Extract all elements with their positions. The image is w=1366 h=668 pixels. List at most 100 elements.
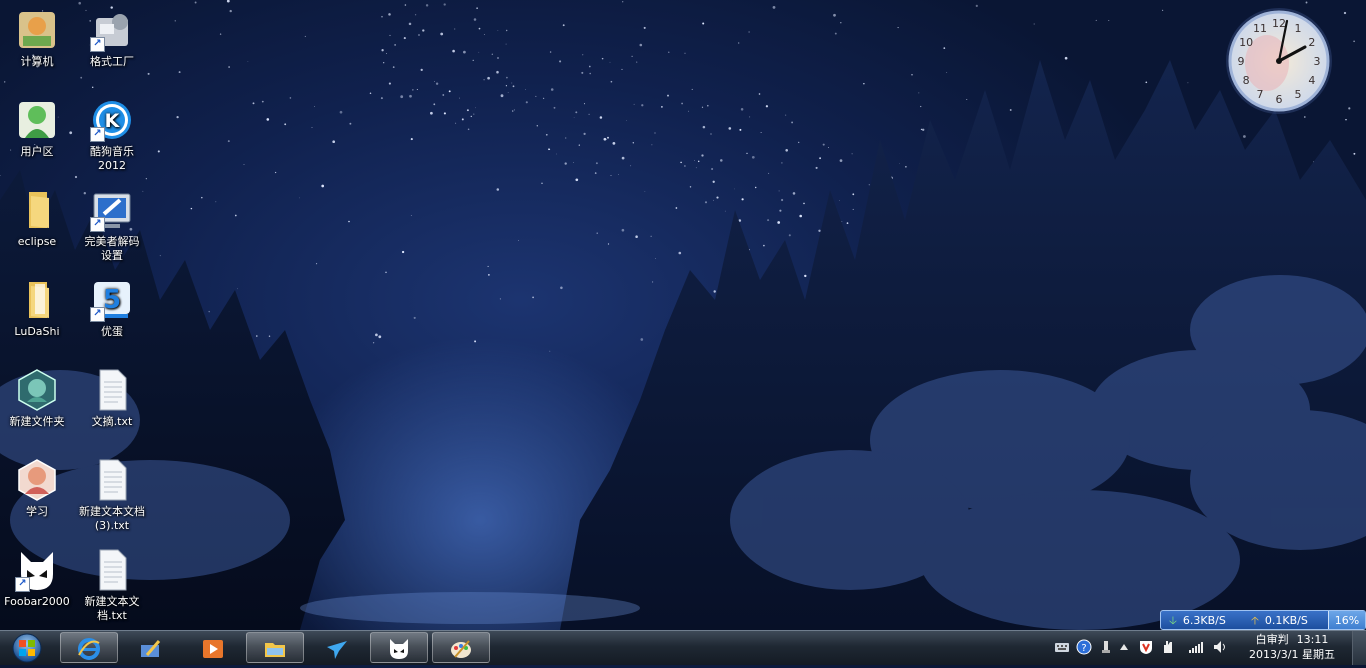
desktop-icon-ludashi[interactable]: LuDaShi bbox=[0, 278, 74, 339]
volume-icon[interactable] bbox=[1212, 639, 1228, 655]
paint-tool-icon bbox=[141, 640, 161, 657]
icon-label: 酷狗音乐2012 bbox=[90, 145, 134, 172]
antivirus-icon[interactable] bbox=[1138, 639, 1154, 655]
desktop-icon-computer[interactable]: 计算机 bbox=[0, 8, 74, 69]
taskbar-clock[interactable]: 白审判 13:11 2013/3/1 星期五 bbox=[1238, 632, 1346, 662]
clock-numeral: 5 bbox=[1295, 88, 1302, 101]
current-user: 白审判 bbox=[1255, 633, 1289, 646]
icon-label: 计算机 bbox=[20, 55, 54, 68]
show-desktop-button[interactable] bbox=[1352, 631, 1366, 665]
clock-numeral: 2 bbox=[1308, 36, 1315, 49]
shortcut-arrow-icon: ↗ bbox=[15, 577, 30, 592]
taskbar-paint-tool-button[interactable] bbox=[122, 632, 180, 663]
icon-label: 新建文本文档.txt bbox=[84, 595, 140, 622]
taskbar-media-player-button[interactable] bbox=[184, 632, 242, 663]
text-file-icon bbox=[90, 458, 134, 502]
format-factory-icon: ↗ bbox=[90, 8, 134, 52]
help-icon[interactable]: ? bbox=[1076, 639, 1092, 655]
keyboard-icon[interactable] bbox=[1054, 639, 1070, 655]
desktop-icon-foobar[interactable]: ↗ Foobar2000 bbox=[0, 548, 74, 609]
explorer-folder-icon bbox=[265, 643, 285, 657]
show-hidden-icon[interactable] bbox=[1116, 639, 1132, 655]
network-signal-icon[interactable] bbox=[1188, 639, 1204, 655]
desktop-icon-new-text[interactable]: 新建文本文档.txt bbox=[75, 548, 149, 623]
desktop-icon-kugou[interactable]: K ↗ 酷狗音乐2012 bbox=[75, 98, 149, 173]
icon-label: 文摘.txt bbox=[91, 415, 133, 428]
taskbar-bird-app-button[interactable] bbox=[308, 632, 366, 663]
user-folder-icon bbox=[15, 98, 59, 142]
foobar-icon bbox=[390, 639, 408, 659]
clock-numeral: 4 bbox=[1308, 74, 1315, 87]
paint-palette-icon bbox=[451, 640, 471, 658]
forest-wallpaper bbox=[0, 60, 1366, 630]
clock-time: 13:11 bbox=[1296, 633, 1329, 646]
clock-numeral: 11 bbox=[1253, 22, 1267, 35]
clock-weekday: 星期五 bbox=[1301, 648, 1335, 661]
clock-numeral: 7 bbox=[1257, 88, 1264, 101]
desktop-icon-format-factory[interactable]: ↗ 格式工厂 bbox=[75, 8, 149, 69]
taskbar-explorer-button[interactable] bbox=[246, 632, 304, 663]
media-player-icon bbox=[203, 640, 223, 658]
icon-label: 学习 bbox=[26, 505, 48, 518]
text-file-icon bbox=[90, 368, 134, 412]
computer-icon bbox=[15, 8, 59, 52]
upload-speed: 🡡 0.1KB/S bbox=[1251, 611, 1308, 630]
desktop-icon-codec-settings[interactable]: ↗ 完美者解码设置 bbox=[75, 188, 149, 263]
desktop-icon-eclipse[interactable]: eclipse bbox=[0, 188, 74, 249]
foobar-icon: ↗ bbox=[15, 548, 59, 592]
download-arrow-icon: 🡣 bbox=[1169, 614, 1177, 627]
clock-date: 2013/3/1 bbox=[1249, 648, 1299, 661]
clock-numeral: 9 bbox=[1238, 55, 1245, 68]
download-speed-value: 6.3KB/S bbox=[1182, 614, 1226, 627]
codec-settings-icon: ↗ bbox=[90, 188, 134, 232]
download-speed: 🡣 6.3KB/S bbox=[1169, 611, 1226, 630]
icon-label: LuDaShi bbox=[14, 325, 60, 338]
desktop-icon-digest-txt[interactable]: 文摘.txt bbox=[75, 368, 149, 429]
taskbar-ie-button[interactable] bbox=[60, 632, 118, 663]
folder-icon bbox=[15, 188, 59, 232]
desktop-icon-youdan[interactable]: 5 ↗ 优蛋 bbox=[75, 278, 149, 339]
icon-label: 新建文本文档 (3).txt bbox=[79, 505, 145, 532]
text-file-icon bbox=[90, 548, 134, 592]
clock-numeral: 12 bbox=[1272, 17, 1286, 30]
hand-icon[interactable] bbox=[1160, 639, 1176, 655]
bird-app-icon bbox=[327, 641, 347, 659]
icon-label: 完美者解码设置 bbox=[84, 235, 140, 262]
icon-label: 新建文件夹 bbox=[9, 415, 65, 428]
upload-arrow-icon: 🡡 bbox=[1251, 614, 1259, 627]
shortcut-arrow-icon: ↗ bbox=[90, 307, 105, 322]
svg-text:K: K bbox=[105, 110, 121, 132]
clock-numeral: 6 bbox=[1276, 93, 1283, 106]
desktop-icon-user-folder[interactable]: 用户区 bbox=[0, 98, 74, 159]
shortcut-arrow-icon: ↗ bbox=[90, 37, 105, 52]
cpu-usage: 16% bbox=[1328, 611, 1365, 629]
usb-icon[interactable] bbox=[1098, 639, 1114, 655]
network-speed-meter[interactable]: 🡣 6.3KB/S 🡡 0.1KB/S 16% bbox=[1160, 610, 1366, 630]
icon-label: eclipse bbox=[17, 235, 57, 248]
upload-speed-value: 0.1KB/S bbox=[1264, 614, 1308, 627]
icon-label: 用户区 bbox=[20, 145, 54, 158]
kugou-music-icon: K ↗ bbox=[90, 98, 134, 142]
taskbar-foobar-button[interactable] bbox=[370, 632, 428, 663]
taskbar: ? 白审判 13:11 2013/3/1 星期五 bbox=[0, 630, 1366, 665]
icon-label: 格式工厂 bbox=[90, 55, 134, 68]
ie-icon bbox=[78, 638, 100, 660]
desktop-icon-study[interactable]: 学习 bbox=[0, 458, 74, 519]
clock-gadget[interactable]: 12 12 3 45678 9 1011 bbox=[1215, 5, 1343, 117]
folder-icon bbox=[15, 278, 59, 322]
clock-numeral: 10 bbox=[1239, 36, 1253, 49]
icon-label: Foobar2000 bbox=[4, 595, 70, 608]
icon-label: 优蛋 bbox=[101, 325, 123, 338]
desktop-icon-new-text-3[interactable]: 新建文本文档 (3).txt bbox=[75, 458, 149, 533]
clock-numeral: 8 bbox=[1243, 74, 1250, 87]
svg-text:?: ? bbox=[1081, 643, 1086, 654]
shortcut-arrow-icon: ↗ bbox=[90, 127, 105, 142]
youdan-icon: 5 ↗ bbox=[90, 278, 134, 322]
anime-folder-icon bbox=[15, 458, 59, 502]
desktop[interactable]: 计算机 ↗ 格式工厂 用户区 K ↗ 酷狗音乐2012 eclipse ↗ 完美… bbox=[0, 0, 1366, 630]
desktop-icon-new-folder[interactable]: 新建文件夹 bbox=[0, 368, 74, 429]
taskbar-paint-palette-button[interactable] bbox=[432, 632, 490, 663]
clock-numeral: 1 bbox=[1295, 22, 1302, 35]
start-button[interactable] bbox=[4, 632, 50, 664]
start-orb-icon bbox=[12, 633, 42, 663]
